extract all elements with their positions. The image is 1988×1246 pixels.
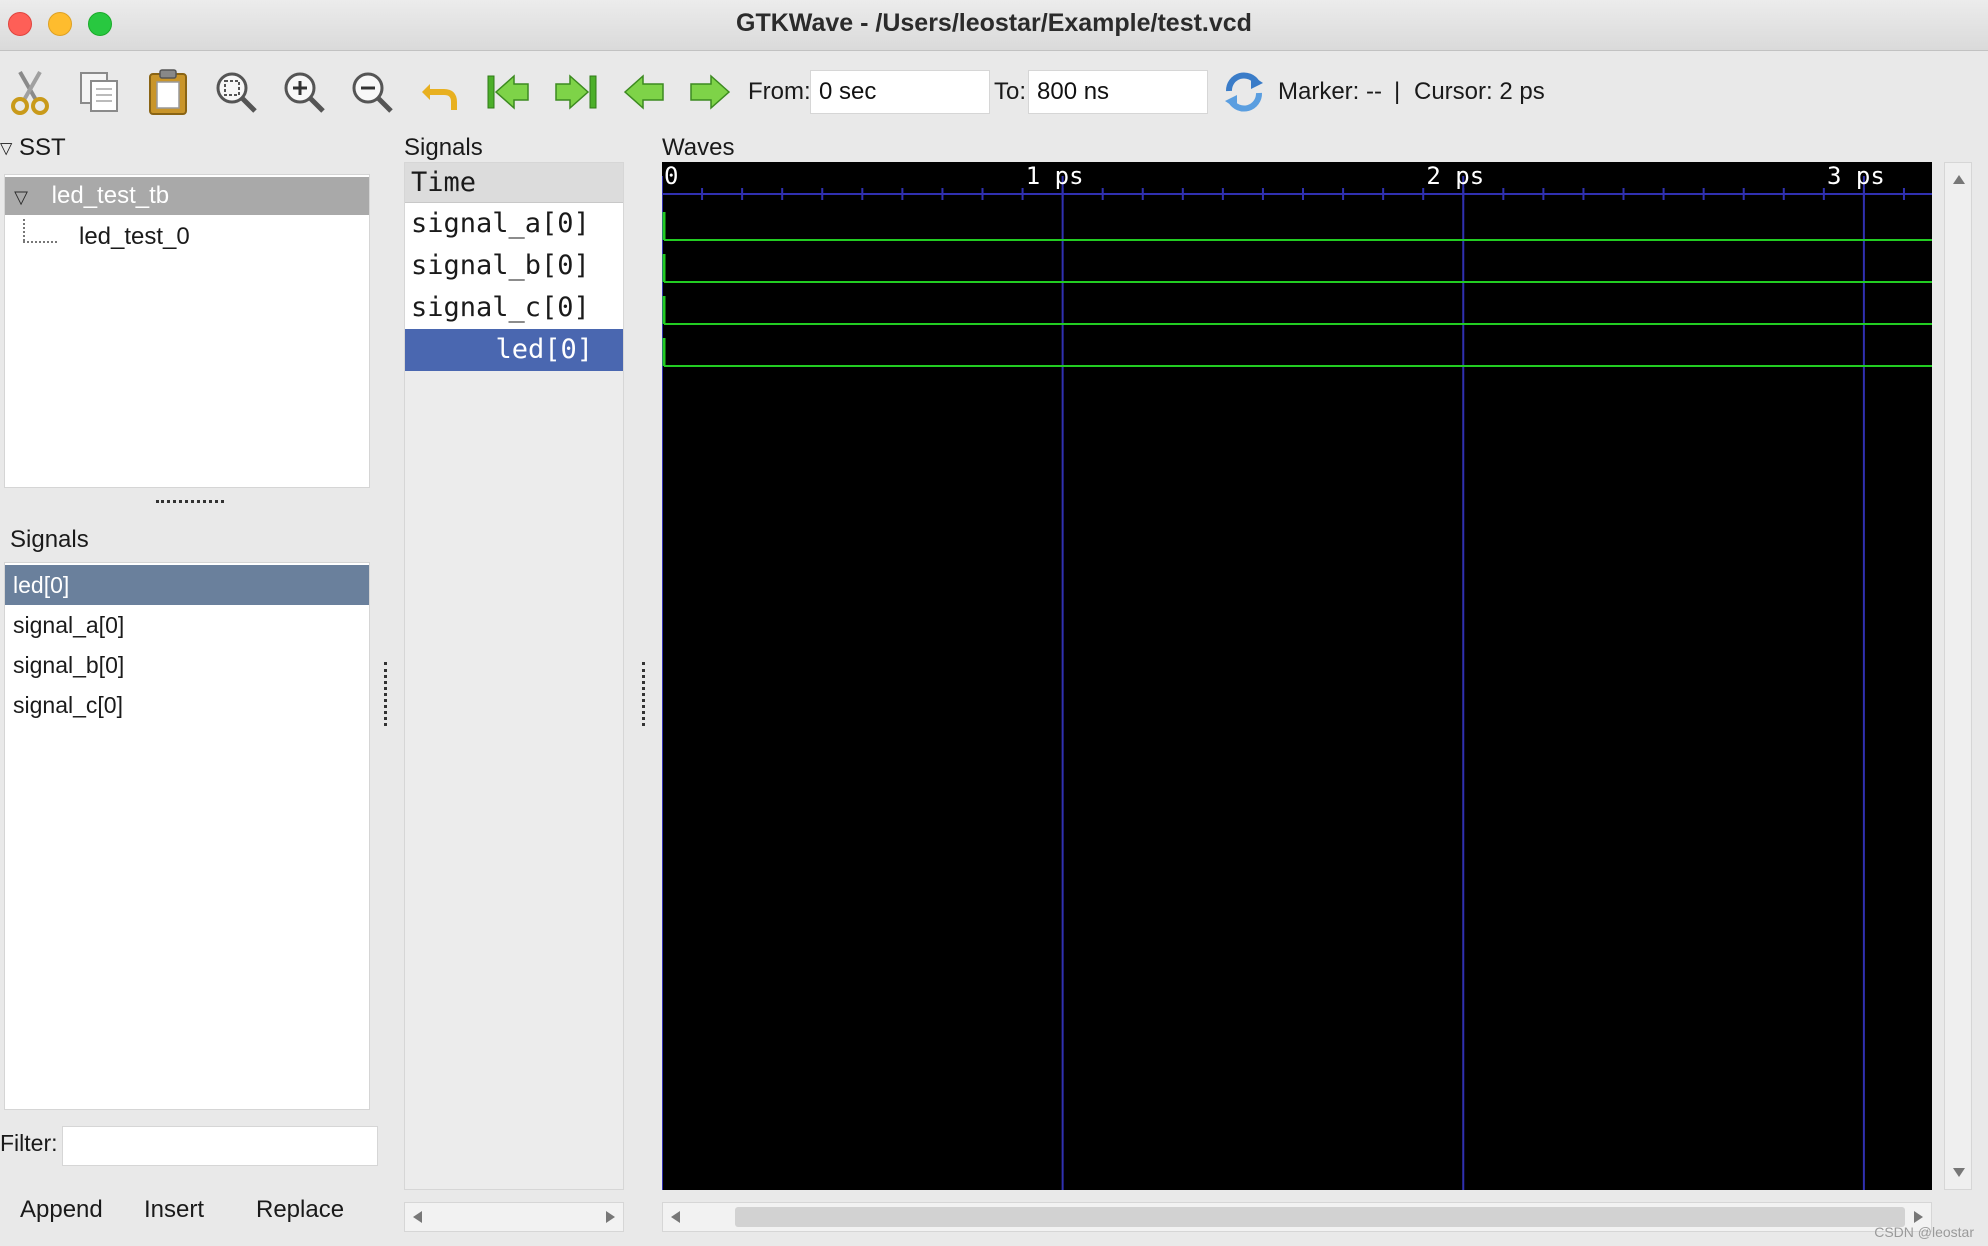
go-to-end-icon[interactable] xyxy=(550,66,602,118)
waves-label: Waves xyxy=(662,134,735,161)
tree-node-led-test-tb[interactable]: ▽ led_test_tb xyxy=(5,177,369,215)
signal-names-panel: Time signal_a[0] signal_b[0] signal_c[0]… xyxy=(404,162,624,1190)
step-back-icon[interactable] xyxy=(618,66,670,118)
insert-button[interactable]: Insert xyxy=(144,1192,204,1228)
cut-icon[interactable] xyxy=(4,66,56,118)
waves-horizontal-scrollbar[interactable] xyxy=(662,1202,1932,1232)
list-item[interactable]: signal_a[0] xyxy=(5,605,369,645)
scroll-up-icon[interactable] xyxy=(1953,175,1965,184)
signals-list-label: Signals xyxy=(10,526,89,553)
names-horizontal-scrollbar[interactable] xyxy=(404,1202,624,1232)
time-tick-label: 1 ps xyxy=(1026,162,1084,190)
pane-splitter-handle[interactable] xyxy=(156,500,224,509)
scroll-down-icon[interactable] xyxy=(1953,1168,1965,1177)
gtkwave-window: GTKWave - /Users/leostar/Example/test.vc… xyxy=(0,0,1988,1246)
waves-canvas[interactable]: 0 1 ps 2 ps 3 ps xyxy=(661,162,1932,1190)
sst-tree: ▽ led_test_tb led_test_0 xyxy=(4,174,370,488)
signal-name-row[interactable]: signal_c[0] xyxy=(405,287,623,329)
waves-plot: 0 1 ps 2 ps 3 ps xyxy=(661,162,1932,1190)
pane-splitter-handle[interactable] xyxy=(642,662,645,726)
pane-splitter-handle[interactable] xyxy=(384,662,387,726)
to-time-input[interactable]: 800 ns xyxy=(1028,70,1208,114)
scroll-right-icon[interactable] xyxy=(606,1211,615,1223)
signal-name-row[interactable]: signal_b[0] xyxy=(405,245,623,287)
filter-input[interactable] xyxy=(62,1126,378,1166)
scroll-left-icon[interactable] xyxy=(413,1211,422,1223)
sst-header[interactable]: ▽ SST xyxy=(0,134,66,162)
time-tick-label: 3 ps xyxy=(1827,162,1885,190)
scroll-right-icon[interactable] xyxy=(1914,1211,1923,1223)
expand-triangle-icon[interactable]: ▽ xyxy=(5,178,37,216)
marker-readout: Marker: -- xyxy=(1278,78,1382,105)
title-bar: GTKWave - /Users/leostar/Example/test.vc… xyxy=(0,0,1988,51)
cursor-readout: Cursor: 2 ps xyxy=(1414,78,1545,105)
signals-list: led[0] signal_a[0] signal_b[0] signal_c[… xyxy=(4,562,370,1110)
signal-name-row[interactable]: led[0] xyxy=(405,329,623,371)
from-time-input[interactable]: 0 sec xyxy=(810,70,990,114)
undo-icon[interactable] xyxy=(414,66,466,118)
toolbar: From: 0 sec To: 800 ns Marker: -- | Curs… xyxy=(0,52,1988,134)
collapse-triangle-icon[interactable]: ▽ xyxy=(0,141,12,158)
append-button[interactable]: Append xyxy=(20,1192,103,1228)
list-item[interactable]: led[0] xyxy=(5,565,369,605)
readout-separator: | xyxy=(1394,78,1401,105)
window-title: GTKWave - /Users/leostar/Example/test.vc… xyxy=(736,9,1252,37)
zoom-fit-icon[interactable] xyxy=(210,66,262,118)
reload-icon[interactable] xyxy=(1218,66,1270,118)
from-label: From: xyxy=(748,78,811,105)
tree-connector xyxy=(23,219,25,241)
list-item[interactable]: signal_b[0] xyxy=(5,645,369,685)
tree-node-label: led_test_tb xyxy=(51,182,170,209)
waves-vertical-scrollbar[interactable] xyxy=(1944,162,1972,1190)
zoom-in-icon[interactable] xyxy=(278,66,330,118)
list-item[interactable]: signal_c[0] xyxy=(5,685,369,725)
tree-connector xyxy=(23,241,57,243)
paste-icon[interactable] xyxy=(142,66,194,118)
copy-icon[interactable] xyxy=(74,66,126,118)
watermark: CSDN @leostar xyxy=(1874,1224,1974,1240)
zoom-out-icon[interactable] xyxy=(346,66,398,118)
to-label: To: xyxy=(994,78,1027,105)
tree-node-led-test-0[interactable]: led_test_0 xyxy=(79,219,190,255)
filter-label: Filter: xyxy=(0,1130,58,1156)
time-header: Time xyxy=(405,163,623,203)
sst-label: SST xyxy=(18,134,66,161)
go-to-start-icon[interactable] xyxy=(482,66,534,118)
time-tick-label: 0 xyxy=(664,162,678,190)
names-panel-label: Signals xyxy=(404,134,483,161)
signal-name-row[interactable]: signal_a[0] xyxy=(405,203,623,245)
time-tick-label: 2 ps xyxy=(1426,162,1484,190)
scroll-left-icon[interactable] xyxy=(671,1211,680,1223)
step-forward-icon[interactable] xyxy=(684,66,736,118)
replace-button[interactable]: Replace xyxy=(256,1192,344,1228)
scroll-thumb[interactable] xyxy=(735,1207,1905,1227)
